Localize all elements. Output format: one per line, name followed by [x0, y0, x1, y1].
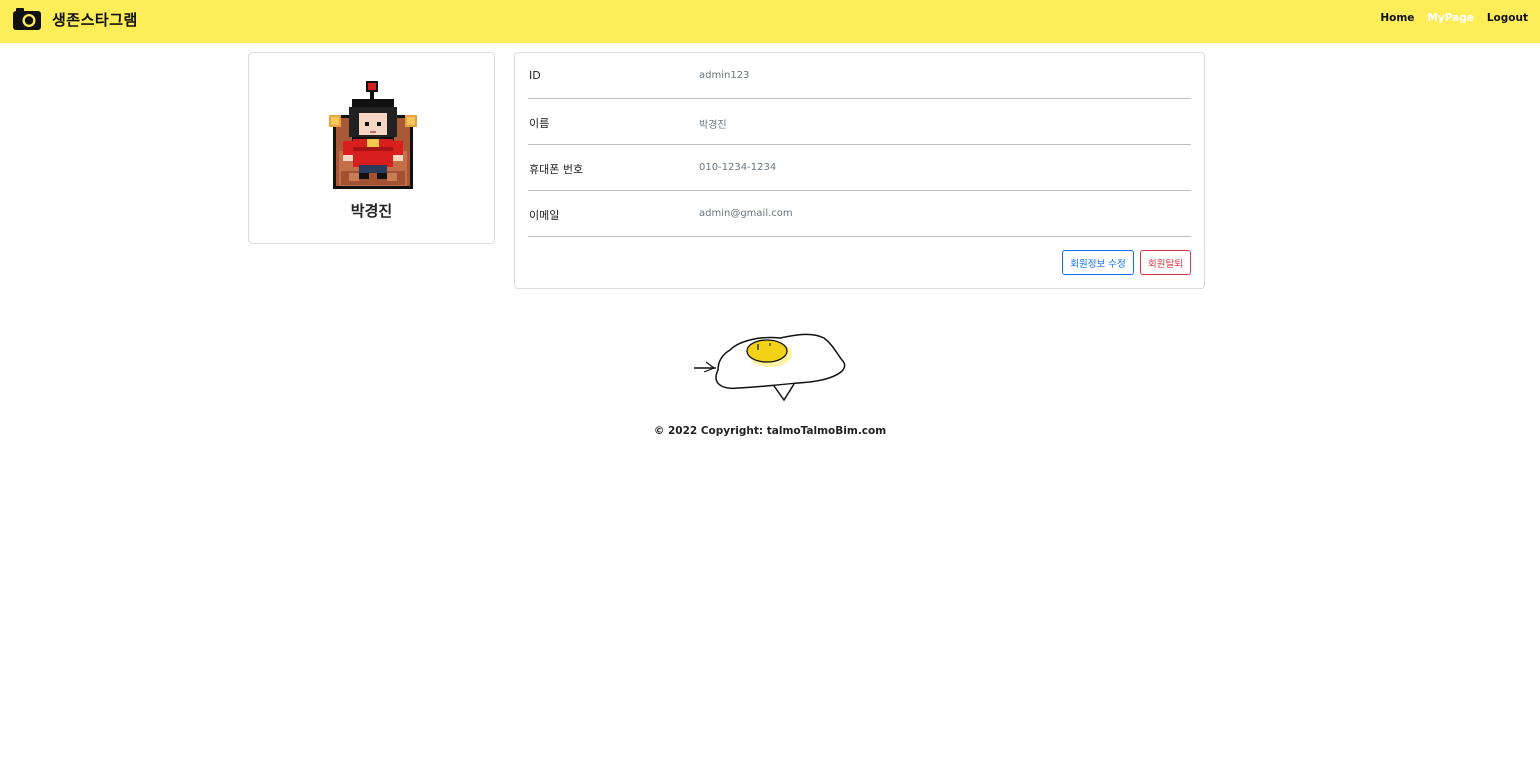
- nav-mypage-link[interactable]: MyPage: [1427, 12, 1473, 24]
- edit-profile-button[interactable]: 회원정보 수정: [1062, 250, 1134, 275]
- profile-name: 박경진: [350, 202, 393, 220]
- info-row-name: 이름 박경진: [528, 99, 1191, 145]
- nav-logout-link[interactable]: Logout: [1487, 12, 1528, 24]
- info-value: 010-1234-1234: [699, 162, 777, 173]
- info-row-id: ID admin123: [528, 53, 1191, 99]
- info-label: 이름: [529, 117, 550, 130]
- camera-icon: [13, 8, 41, 30]
- info-label: ID: [529, 69, 541, 82]
- brand-name: 생존스타그램: [52, 10, 138, 29]
- info-value: admin@gmail.com: [699, 208, 793, 219]
- info-value: 박경진: [699, 120, 727, 131]
- footer-copyright: © 2022 Copyright: talmoTalmoBim.com: [653, 425, 887, 437]
- nav-links: Home MyPage Logout: [1367, 12, 1528, 24]
- info-row-email: 이메일 admin@gmail.com: [528, 191, 1191, 237]
- navbar: 생존스타그램 Home MyPage Logout: [0, 0, 1540, 43]
- info-row-phone: 휴대폰 번호 010-1234-1234: [528, 145, 1191, 191]
- avatar: [329, 81, 417, 189]
- info-label: 이메일: [529, 209, 560, 222]
- member-info-card: ID admin123 이름 박경진 휴대폰 번호 010-1234-1234 …: [514, 52, 1205, 289]
- info-value: admin123: [699, 70, 750, 81]
- fried-egg-illustration: [694, 333, 846, 402]
- brand[interactable]: 생존스타그램: [12, 6, 138, 32]
- nav-home-link[interactable]: Home: [1380, 12, 1414, 24]
- withdraw-button[interactable]: 회원탈퇴: [1140, 250, 1191, 275]
- info-label: 휴대폰 번호: [529, 163, 584, 176]
- profile-card: 박경진: [248, 52, 495, 244]
